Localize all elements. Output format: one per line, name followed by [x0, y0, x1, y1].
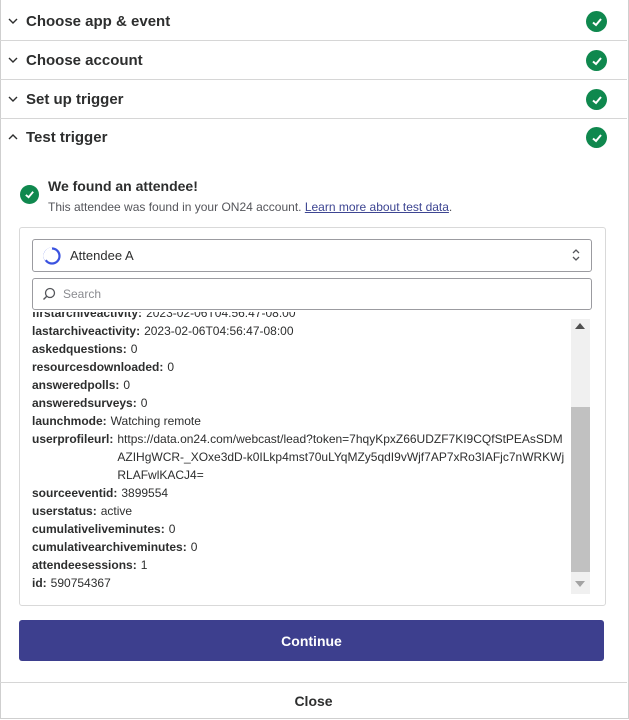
field-key: cumulativearchiveminutes: [32, 540, 187, 554]
scroll-thumb[interactable] [571, 407, 590, 572]
check-circle-icon [586, 127, 607, 148]
check-circle-icon [586, 11, 607, 32]
field-row: userprofileurl: https://data.on24.com/web… [32, 430, 567, 484]
search-field[interactable] [32, 278, 592, 310]
field-key: attendeesessions: [32, 558, 137, 572]
field-row: answeredsurveys: 0 [32, 394, 567, 412]
field-key: askedquestions: [32, 342, 127, 356]
result-title: We found an attendee! [48, 178, 198, 194]
field-key: userstatus: [32, 504, 97, 518]
field-value: 0 [140, 396, 148, 410]
record-select-value: Attendee A [70, 248, 134, 263]
field-row: lastarchiveactivity: 2023-02-06T04:56:47-… [32, 322, 567, 340]
field-value: Watching remote [110, 414, 201, 428]
field-row: askedquestions: 0 [32, 340, 567, 358]
field-value: 0 [167, 360, 175, 374]
on24-logo-icon [43, 246, 61, 265]
field-row: answeredpolls: 0 [32, 376, 567, 394]
check-circle-icon [586, 89, 607, 110]
close-button[interactable]: Close [0, 683, 627, 718]
field-key: launchmode: [32, 414, 107, 428]
section-title: Set up trigger [26, 90, 124, 108]
chevron-down-icon [6, 92, 20, 106]
field-row: sourceeventid: 3899554 [32, 484, 567, 502]
result-description-suffix: . [448, 200, 453, 214]
field-key: id: [32, 576, 47, 590]
field-key: sourceeventid: [32, 486, 118, 500]
scroll-up-arrow-icon[interactable] [575, 323, 585, 329]
check-circle-icon [20, 185, 39, 204]
section-title: Choose app & event [26, 12, 171, 30]
field-value: 0 [130, 342, 138, 356]
field-key: cumulativeliveminutes: [32, 522, 165, 536]
scroll-down-arrow-icon[interactable] [575, 581, 585, 587]
field-row: cumulativeliveminutes: 0 [32, 520, 567, 538]
section-title: Test trigger [26, 128, 108, 146]
field-key: answeredpolls: [32, 378, 120, 392]
section-test-trigger[interactable]: Test trigger [0, 118, 627, 156]
field-key: resourcesdownloaded: [32, 360, 164, 374]
vertical-scrollbar[interactable] [571, 319, 590, 594]
section-choose-account[interactable]: Choose account [0, 41, 627, 80]
chevron-up-icon [6, 130, 20, 144]
continue-button[interactable]: Continue [19, 620, 604, 661]
search-input[interactable] [63, 287, 563, 301]
field-value: active [100, 504, 133, 518]
field-value: 590754367 [50, 576, 111, 590]
field-row: firstarchiveactivity: 2023-02-06T04:56:47… [32, 312, 567, 322]
result-description-text: This attendee was found in your ON24 acc… [48, 200, 302, 214]
section-choose-app-event[interactable]: Choose app & event [0, 2, 627, 41]
field-row: userstatus: active [32, 502, 567, 520]
field-value: https://data.on24.com/webcast/lead?token… [117, 432, 565, 482]
updown-chevron-icon [572, 249, 580, 261]
field-value: 3899554 [121, 486, 169, 500]
field-key: answeredsurveys: [32, 396, 137, 410]
field-key: lastarchiveactivity: [32, 324, 141, 338]
field-value: 0 [190, 540, 198, 554]
field-value: 1 [140, 558, 148, 572]
test-data-panel: Attendee A firstarchiveactivity:2023-02-… [19, 227, 606, 606]
learn-more-link[interactable]: Learn more about test data [305, 200, 449, 214]
field-value: 2023-02-06T04:56:47-08:00 [144, 324, 294, 338]
field-list: firstarchiveactivity: 2023-02-06T04:56:47… [32, 312, 567, 596]
chevron-down-icon [6, 14, 20, 28]
check-circle-icon [586, 50, 607, 71]
field-key: firstarchiveactivity: [32, 312, 143, 320]
field-row: id: 590754367 [32, 574, 567, 592]
result-description: This attendee was found in your ON24 acc… [48, 200, 452, 214]
field-row: launchmode: Watching remote [32, 412, 567, 430]
section-title: Choose account [26, 51, 143, 69]
record-select[interactable]: Attendee A [32, 239, 592, 272]
field-value: 2023-02-06T04:56:47-08:00 [146, 312, 296, 320]
search-icon [43, 287, 56, 300]
field-value: 0 [168, 522, 176, 536]
field-list-content: firstarchiveactivity: 2023-02-06T04:56:47… [32, 312, 567, 592]
field-key: userprofileurl: [32, 432, 114, 446]
field-row: cumulativearchiveminutes: 0 [32, 538, 567, 556]
section-set-up-trigger[interactable]: Set up trigger [0, 80, 627, 119]
field-row: attendeesessions: 1 [32, 556, 567, 574]
field-value: 0 [123, 378, 131, 392]
field-row: resourcesdownloaded: 0 [32, 358, 567, 376]
chevron-down-icon [6, 53, 20, 67]
